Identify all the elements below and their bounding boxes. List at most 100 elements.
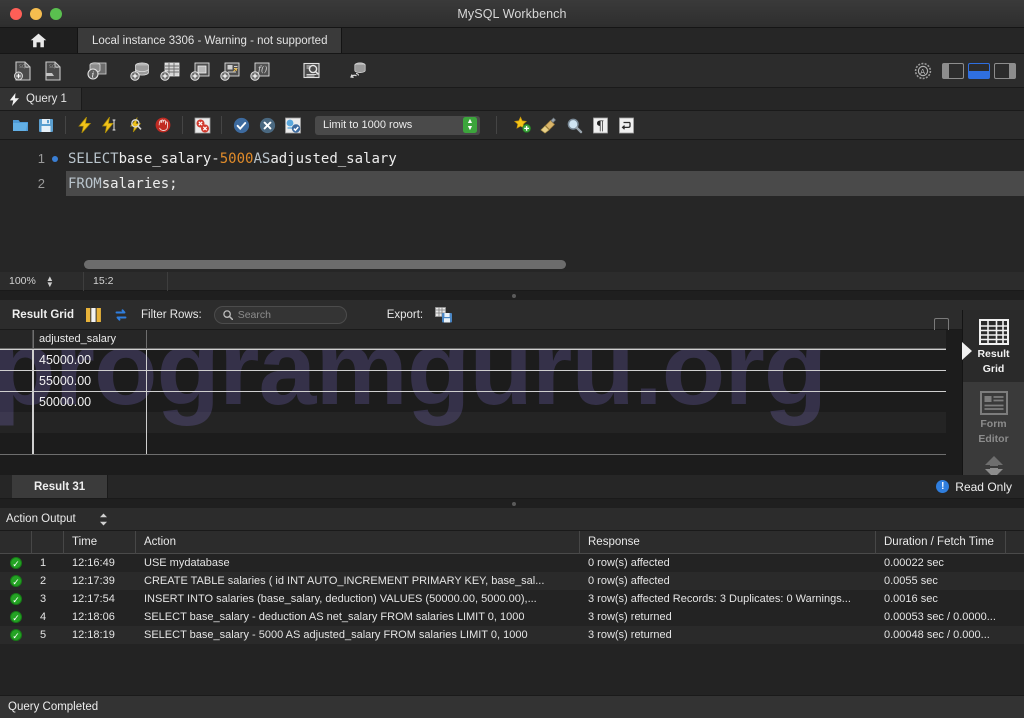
new-procedure-icon[interactable] (216, 57, 246, 85)
query-tab-bar: Query 1 (0, 88, 1024, 111)
time-column-header[interactable]: Time (64, 530, 136, 554)
main-toolbar-right-group: A (908, 57, 1016, 85)
table-row[interactable]: 50000.00 (0, 391, 946, 412)
cell-empty[interactable] (33, 412, 147, 433)
editor-code-area[interactable]: SELECT base_salary - 5000 AS adjusted_sa… (66, 140, 1024, 272)
export-recordset-icon[interactable] (435, 306, 453, 323)
side-panel-label-line1: Result (977, 348, 1010, 360)
connection-tool-group (326, 57, 374, 85)
sidebar-left-toggle[interactable] (942, 62, 964, 79)
auto-commit-icon[interactable] (281, 113, 305, 137)
row-filler (147, 412, 946, 433)
action-column-header[interactable]: Action (136, 530, 580, 554)
sql-editor[interactable]: 1 2 SELECT base_salary - 5000 AS adjuste… (0, 140, 1024, 272)
inspector-icon[interactable]: i (82, 57, 112, 85)
row-time-cell: 12:17:54 (72, 593, 115, 605)
execute-current-statement-icon[interactable] (99, 113, 123, 137)
search-icon (222, 309, 233, 320)
tab-result-31[interactable]: Result 31 (12, 475, 109, 498)
toolbar-separator-2 (182, 116, 183, 134)
row-response-cell: 3 row(s) returned (588, 611, 672, 623)
rollback-icon[interactable] (255, 113, 279, 137)
cell-adjusted-salary[interactable]: 55000.00 (33, 371, 147, 391)
open-script-icon[interactable] (8, 113, 32, 137)
results-side-panel: Result Grid Form Editor (962, 310, 1024, 495)
result-grid-header-row: adjusted_salary (0, 330, 946, 349)
action-output-row[interactable]: ✓ 4 12:18:06 SELECT base_salary - deduct… (0, 608, 1024, 626)
execute-icon[interactable] (73, 113, 97, 137)
column-header-adjusted-salary[interactable]: adjusted_salary (33, 330, 147, 348)
home-tab[interactable] (0, 28, 78, 53)
grid-columns-icon[interactable] (85, 307, 101, 322)
row-number-header (0, 330, 33, 348)
limit-rows-stepper[interactable]: ▲ ▼ (463, 117, 477, 133)
instance-tab-local-3306[interactable]: Local instance 3306 - Warning - not supp… (78, 28, 343, 53)
table-row[interactable]: 55000.00 (0, 370, 946, 391)
filter-rows-search-input[interactable]: Search (213, 305, 347, 324)
action-output-row[interactable]: ✓ 3 12:17:54 INSERT INTO salaries (base_… (0, 590, 1024, 608)
sql-token-table: salaries; (101, 175, 178, 192)
refresh-icon[interactable] (113, 308, 129, 322)
editor-zoom-control[interactable]: 100% ▲ ▼ (0, 271, 84, 291)
new-sql-file-icon[interactable]: SQL (8, 57, 38, 85)
duration-column-header[interactable]: Duration / Fetch Time (876, 530, 1006, 554)
reconnect-dbms-icon[interactable] (344, 57, 374, 85)
new-function-icon[interactable]: f() (246, 57, 276, 85)
breakpoint-marker-placeholder-icon[interactable] (52, 181, 58, 187)
open-sql-file-icon[interactable]: SQL (38, 57, 68, 85)
action-output-row[interactable]: ✓ 2 12:17:39 CREATE TABLE salaries ( id … (0, 572, 1024, 590)
new-table-icon[interactable] (156, 57, 186, 85)
toggle-invisible-chars-icon[interactable]: ¶ (588, 113, 612, 137)
svg-text:A: A (920, 68, 925, 76)
number-column-header (32, 530, 64, 554)
action-output-selector-icon[interactable] (98, 513, 109, 526)
editor-scrollbar-thumb[interactable] (84, 260, 566, 269)
stop-icon[interactable] (151, 113, 175, 137)
row-duration-cell: 0.00053 sec / 0.0000... (884, 611, 996, 623)
row-filler (147, 371, 946, 391)
toggle-stop-on-error-icon[interactable] (190, 113, 214, 137)
wrap-lines-icon[interactable] (614, 113, 638, 137)
find-icon[interactable] (562, 113, 586, 137)
commit-icon[interactable] (229, 113, 253, 137)
save-script-icon[interactable] (34, 113, 58, 137)
zoom-stepper-icon[interactable]: ▲ ▼ (46, 274, 54, 288)
editor-horizontal-scrollbar[interactable] (84, 260, 1010, 269)
output-bottom-toggle[interactable] (968, 62, 990, 79)
results-output-splitter[interactable] (0, 499, 1024, 508)
result-tab-lead (0, 475, 12, 498)
new-view-icon[interactable] (186, 57, 216, 85)
tab-query-1[interactable]: Query 1 (0, 88, 82, 110)
action-output-row[interactable]: ✓ 5 12:18:19 SELECT base_salary - 5000 A… (0, 626, 1024, 644)
editor-results-splitter[interactable] (0, 291, 1024, 300)
row-number-cell: 2 (40, 575, 47, 587)
row-status-cell: ✓ (0, 626, 32, 644)
clear-query-icon[interactable] (536, 113, 560, 137)
row-number-cell (0, 433, 33, 454)
table-row-empty[interactable] (0, 433, 946, 454)
home-icon (30, 33, 47, 48)
side-panel-result-grid-button[interactable]: Result Grid (963, 310, 1024, 382)
search-data-icon[interactable] (296, 57, 326, 85)
toolbar-separator (65, 116, 66, 134)
secondary-sidebar-toggle[interactable] (994, 62, 1016, 79)
breakpoint-marker-icon[interactable] (52, 155, 58, 162)
limit-rows-select[interactable]: Limit to 1000 rows ▲ ▼ (315, 115, 480, 135)
table-row-empty[interactable] (0, 412, 946, 433)
action-output-row[interactable]: ✓ 1 12:16:49 USE mydatabase 0 row(s) aff… (0, 554, 1024, 572)
result-tab-empty-area (108, 475, 1024, 498)
beautify-query-icon[interactable] (510, 113, 534, 137)
admin-gear-icon[interactable]: A (908, 57, 938, 85)
new-schema-icon[interactable] (126, 57, 156, 85)
action-output-header-row: Time Action Response Duration / Fetch Ti… (0, 530, 1024, 554)
result-grid[interactable]: programguru.org adjusted_salary 45000.00… (0, 330, 1024, 475)
row-status-cell: ✓ (0, 590, 32, 608)
response-column-header[interactable]: Response (580, 530, 876, 554)
cell-adjusted-salary[interactable]: 50000.00 (33, 392, 147, 412)
cell-adjusted-salary[interactable]: 45000.00 (33, 350, 147, 370)
export-label: Export: (386, 308, 424, 321)
table-row[interactable]: 45000.00 (0, 349, 946, 370)
explain-icon[interactable] (125, 113, 149, 137)
side-panel-form-editor-button[interactable]: Form Editor (963, 382, 1024, 452)
cell-empty[interactable] (33, 433, 147, 454)
